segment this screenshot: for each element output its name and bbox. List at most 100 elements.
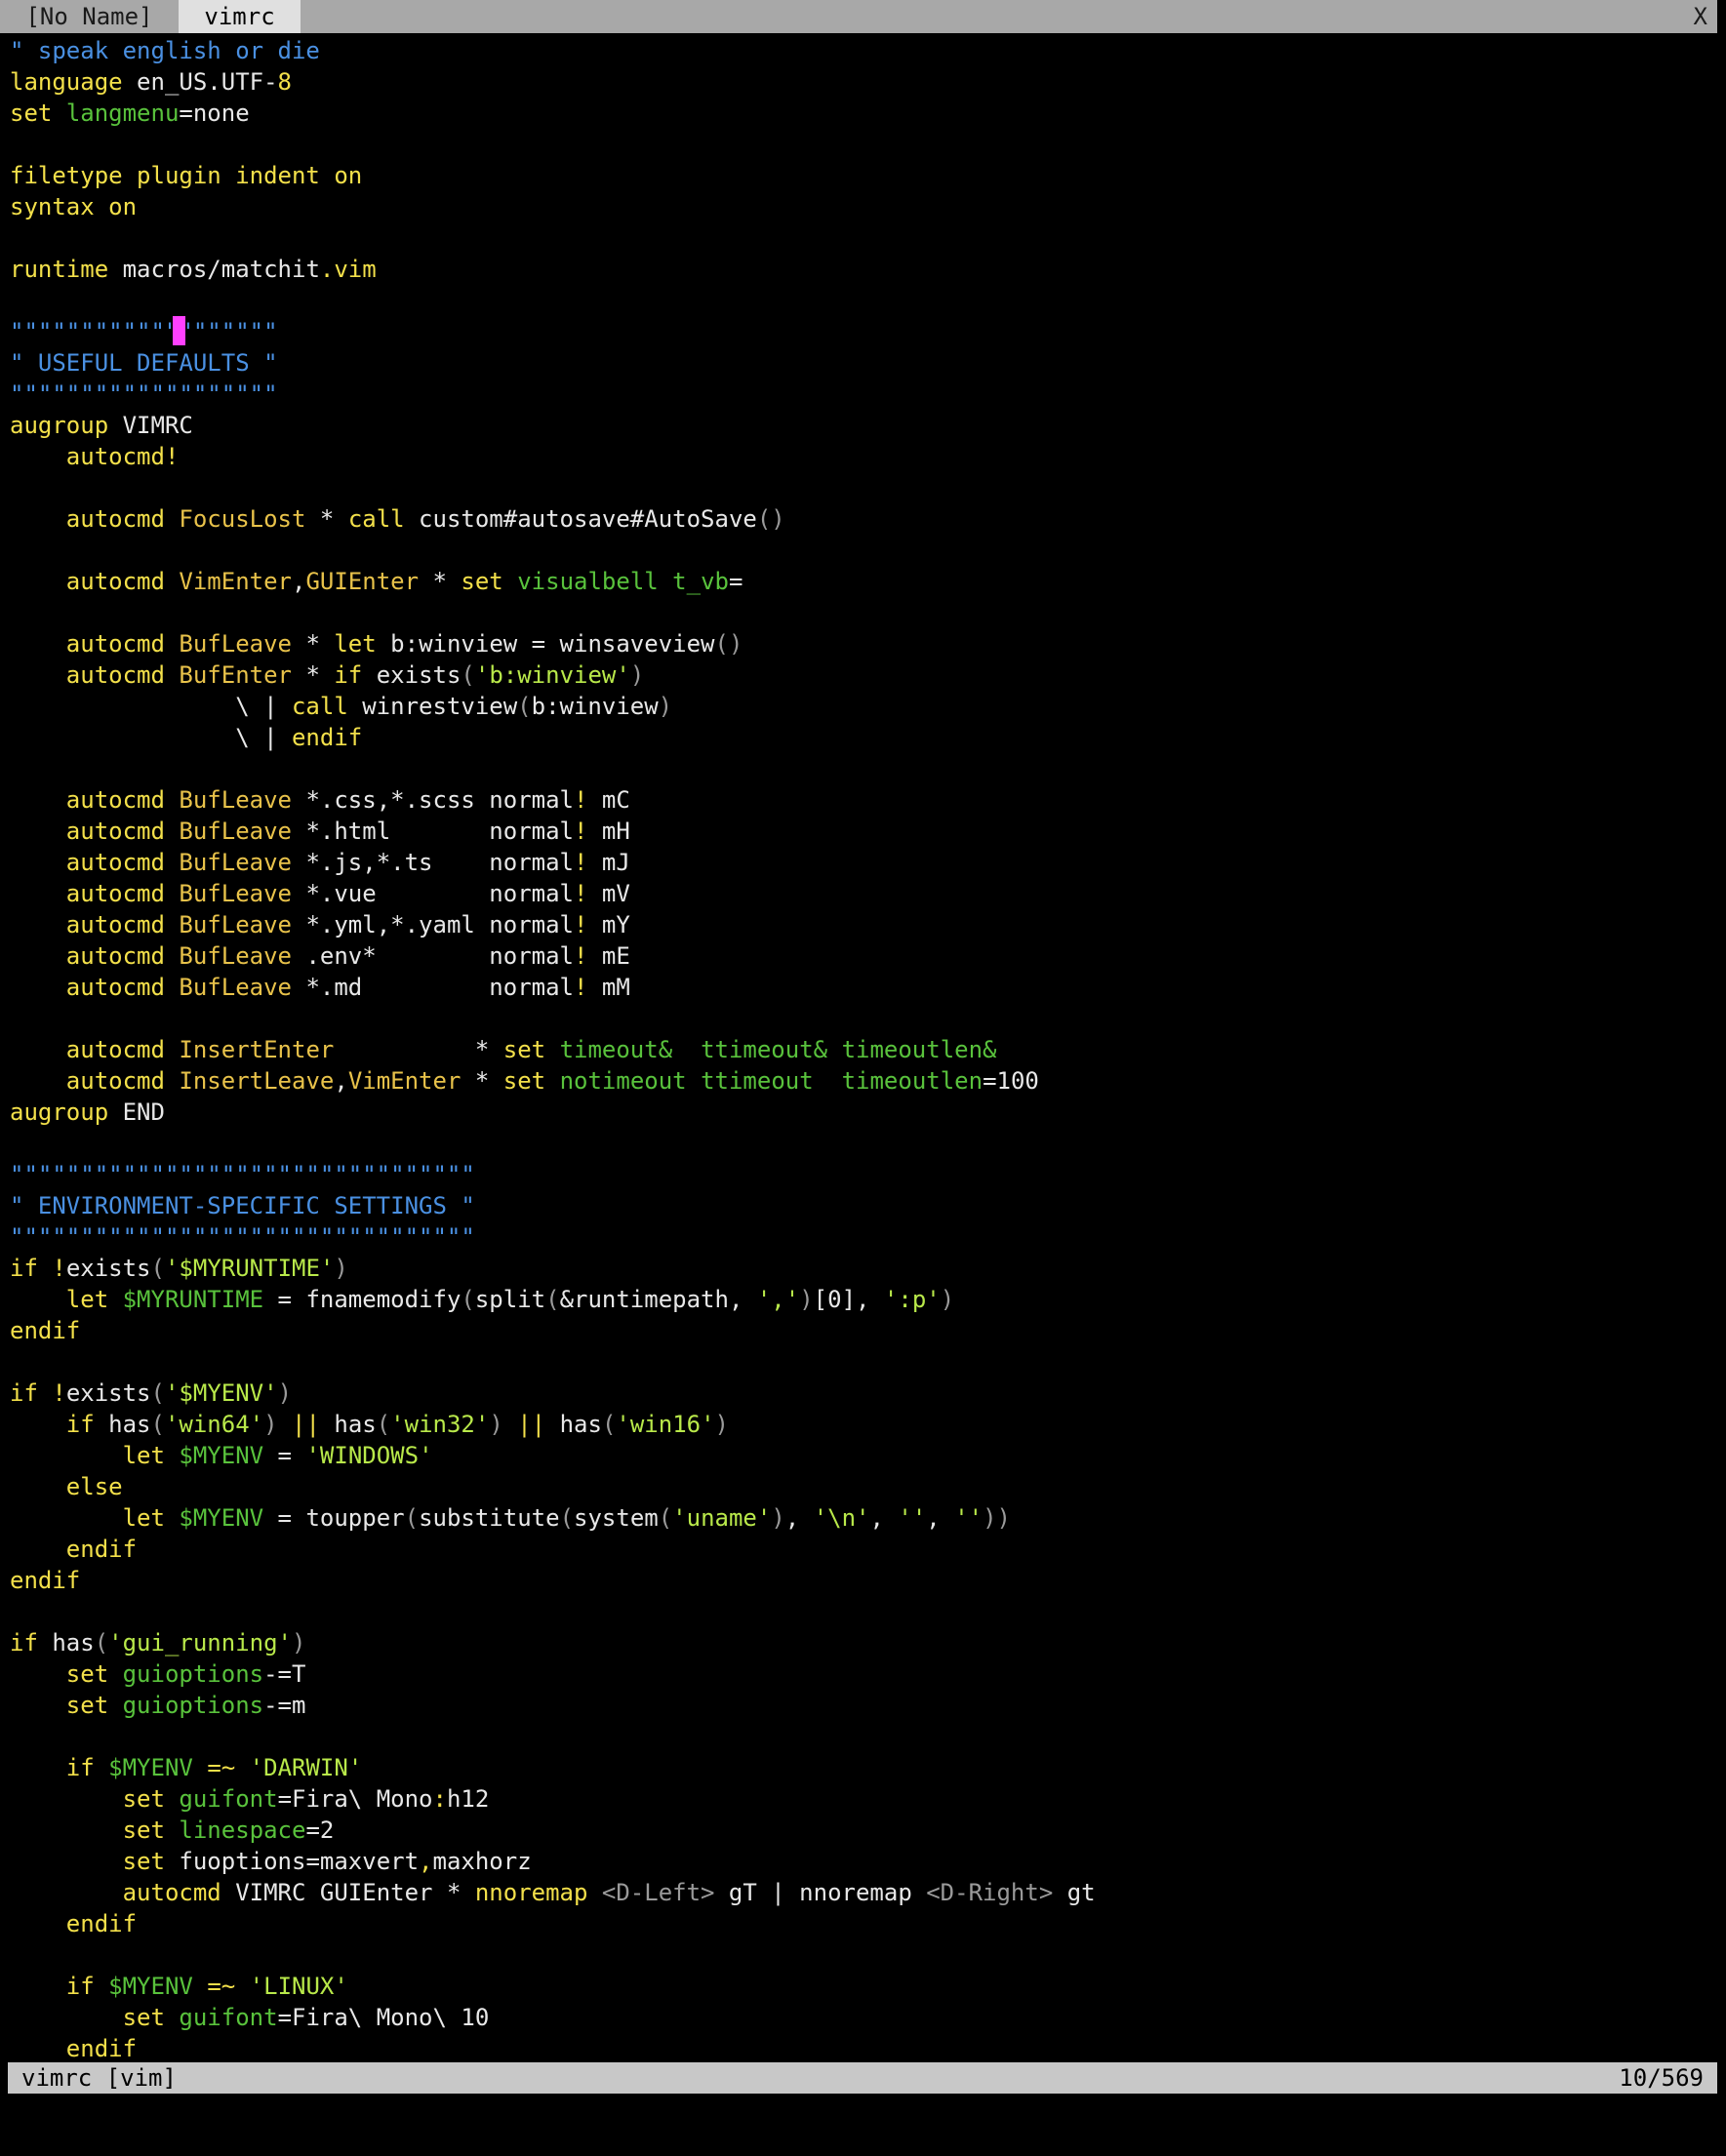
code-token: set <box>10 1848 165 1875</box>
code-token: """"""""""""""""""" <box>10 380 278 408</box>
command-line[interactable] <box>0 2096 1717 2129</box>
code-token: let <box>334 630 377 658</box>
code-token: ) <box>940 1286 955 1313</box>
code-token: ! <box>573 849 588 876</box>
code-line: if !exists('$MYENV') <box>10 1377 292 1409</box>
code-line: """"""""""""""""""""""""""""""""" <box>10 1221 475 1253</box>
code-line: set guioptions-=m <box>10 1690 306 1721</box>
code-token: 'LINUX' <box>249 1973 348 2000</box>
code-token: *.vue normal <box>292 880 574 907</box>
code-token: ( <box>150 1411 165 1438</box>
code-token: '' <box>898 1504 927 1532</box>
code-token: " USEFUL DEFAULTS " <box>10 349 278 377</box>
code-token: 'gui_running' <box>108 1629 292 1657</box>
code-token: -=m <box>263 1692 306 1719</box>
code-token: timeoutlen <box>841 1067 983 1095</box>
close-tab-button[interactable]: X <box>1694 0 1717 33</box>
code-token: guifont <box>179 2004 278 2031</box>
code-token: BufLeave <box>179 818 292 845</box>
code-token: BufLeave <box>179 880 292 907</box>
code-token: , <box>869 1504 899 1532</box>
code-token: mY <box>587 911 630 938</box>
code-token: fuoptions=maxvert <box>164 1848 420 1875</box>
code-token: let <box>10 1504 165 1532</box>
code-line: else <box>10 1471 123 1502</box>
code-token: mV <box>587 880 630 907</box>
code-token: '\n' <box>813 1504 870 1532</box>
code-line: endif <box>10 1908 137 1939</box>
code-token: 'win64' <box>164 1411 264 1438</box>
status-line: vimrc [vim] 10/569 <box>8 2062 1717 2094</box>
code-line: autocmd BufEnter * if exists('b:winview'… <box>10 659 644 691</box>
code-token: set <box>461 568 503 595</box>
code-token: endif <box>10 2035 138 2062</box>
code-token: -=T <box>263 1660 306 1688</box>
code-token: * <box>292 661 335 689</box>
code-token: =~ <box>207 1973 236 2000</box>
code-token: ( <box>545 1286 560 1313</box>
editor-buffer[interactable]: " speak english or die language en_US.UTF… <box>0 33 1717 2062</box>
code-line: set langmenu=none <box>10 98 250 129</box>
code-token: autocmd <box>10 1067 165 1095</box>
code-token: ( <box>559 1504 575 1532</box>
code-token: autocmd <box>10 849 165 876</box>
code-line: if $MYENV =~ 'DARWIN' <box>10 1752 362 1783</box>
code-token: '$MYENV' <box>164 1379 278 1407</box>
code-token: * <box>305 505 348 533</box>
code-token: $MYENV <box>179 1442 264 1469</box>
code-token: exists <box>65 1379 151 1407</box>
code-token: =none <box>179 100 250 127</box>
code-line: language en_US.UTF-8 <box>10 66 292 98</box>
code-token: notimeout <box>559 1067 687 1095</box>
code-token: () <box>756 505 785 533</box>
code-token: if <box>10 1754 95 1781</box>
code-token: [0], <box>813 1286 884 1313</box>
code-token: runtime <box>10 256 109 283</box>
code-token: = <box>728 568 743 595</box>
code-token: BufLeave <box>179 942 292 970</box>
code-token: langmenu <box>65 100 180 127</box>
tab-bar: [No Name] vimrc X <box>0 0 1717 33</box>
code-token: has <box>37 1629 95 1657</box>
code-token: en_US.UTF- <box>122 68 278 96</box>
code-token: * <box>461 1067 503 1095</box>
code-token: 'b:winview' <box>474 661 630 689</box>
code-token: ( <box>461 661 475 689</box>
code-token: " speak english or die <box>10 37 320 64</box>
code-token: : <box>432 1785 447 1813</box>
code-token: ( <box>94 1629 109 1657</box>
code-token: ! <box>573 911 588 938</box>
code-line: augroup END <box>10 1097 165 1128</box>
code-token: ttimeout <box>701 1067 814 1095</box>
code-token: ) <box>334 1255 348 1282</box>
code-token: 'uname' <box>672 1504 772 1532</box>
code-token: timeoutlen& <box>841 1036 997 1063</box>
code-token: ':p' <box>883 1286 941 1313</box>
code-token: ! <box>573 942 588 970</box>
code-token: \ | <box>10 724 292 751</box>
code-token: autocmd <box>10 911 165 938</box>
tab-no-name[interactable]: [No Name] <box>0 0 179 33</box>
code-token: mC <box>587 786 630 814</box>
code-token: InsertEnter <box>179 1036 335 1063</box>
code-token: = fnamemodify <box>263 1286 462 1313</box>
code-token: BufEnter <box>179 661 292 689</box>
code-token: ( <box>658 1504 673 1532</box>
code-line: autocmd BufLeave *.js,*.ts normal! mJ <box>10 847 630 878</box>
code-token: h12 <box>446 1785 490 1813</box>
code-line: autocmd InsertLeave,VimEnter * set notim… <box>10 1065 1039 1097</box>
code-token: , <box>926 1504 955 1532</box>
code-token: if <box>10 1411 95 1438</box>
tab-vimrc[interactable]: vimrc <box>178 0 301 33</box>
code-token: gT | nnoremap <box>714 1879 927 1906</box>
